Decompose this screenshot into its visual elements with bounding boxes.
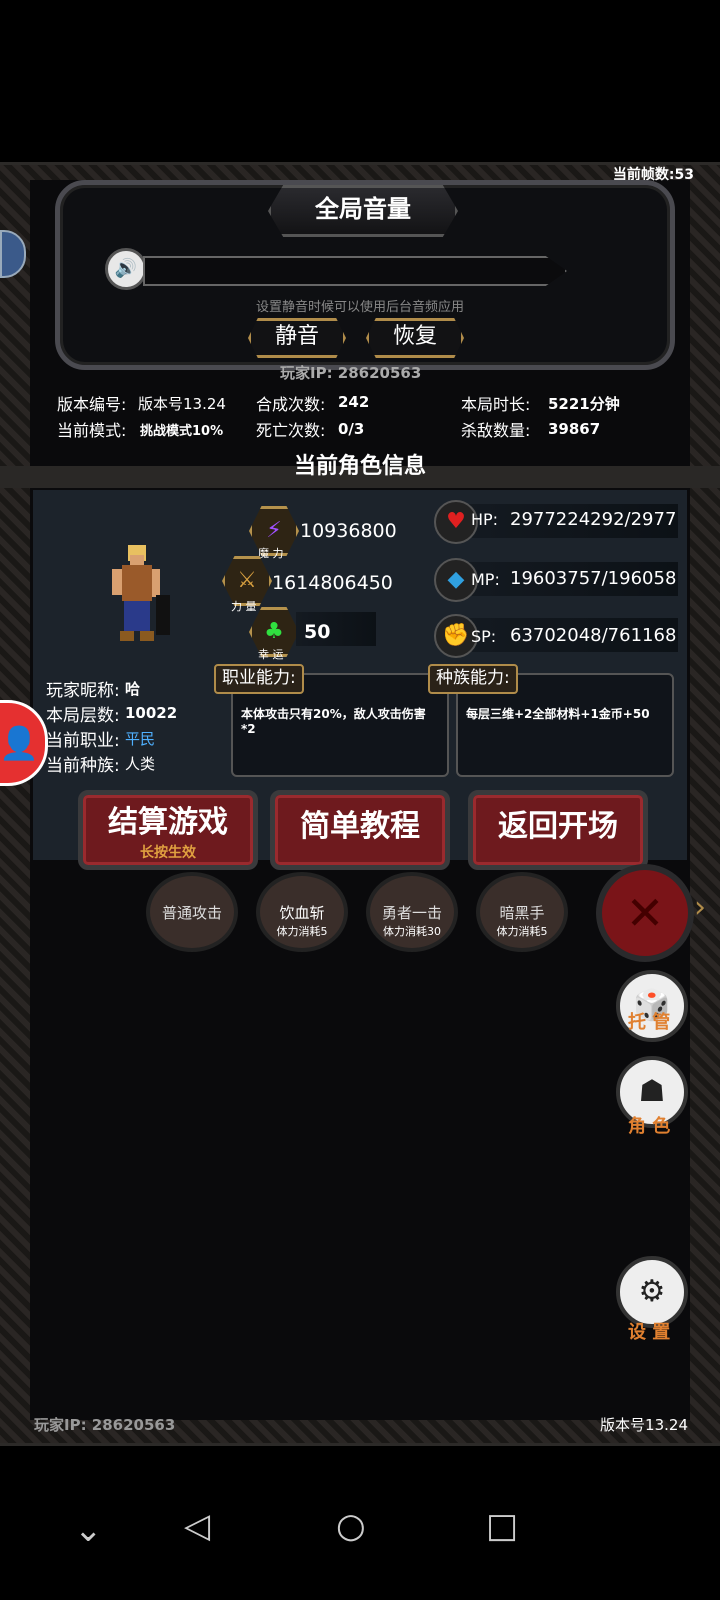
footer-player-ip: 玩家IP: 28620563 [34,1416,176,1434]
version-label: 版本编号: [57,395,127,414]
skill-cost: 体力消耗30 [383,925,441,938]
floor-label: 本局层数: [46,706,120,726]
kills-value: 39867 [548,420,601,438]
volume-title: 全局音量 [268,185,458,237]
version-value: 版本号13.24 [138,395,226,413]
skill-name: 普通攻击 [161,904,222,922]
race-ability-label: 种族能力: [428,664,518,694]
skill-hero-strike[interactable]: 勇者一击 体力消耗30 [366,872,458,952]
skill-dark-hand[interactable]: 暗黑手 体力消耗5 [476,872,568,952]
skill-normal-attack[interactable]: 普通攻击 [146,872,238,952]
mp-label: MP: [471,570,500,589]
skill-name: 勇者一击 [381,904,442,922]
skill-blood-slash[interactable]: 饮血斩 体力消耗5 [256,872,348,952]
player-ip: 玩家IP: 28620563 [280,364,422,382]
settle-game-button[interactable]: 结算游戏 长按生效 [78,790,258,870]
magic-value: 10936800 [300,520,397,542]
nickname-value: 哈 [125,680,141,698]
speaker-icon[interactable]: 🔊 [105,248,147,290]
death-value: 0/3 [338,420,365,438]
sp-value: 63702048/761168 [510,625,677,646]
job-ability-text: 本体攻击只有20%，敌人攻击伤害*2 [241,707,426,736]
mute-button[interactable]: 静音 [248,318,346,358]
back-icon[interactable]: ◁ [184,1506,210,1546]
tutorial-button[interactable]: 简单教程 [270,790,450,870]
chevron-right-icon[interactable]: › [694,890,706,925]
kills-label: 杀敌数量: [461,421,531,440]
sp-label: SP: [471,627,497,646]
death-label: 死亡次数: [256,421,326,440]
power-label: 力 量 [231,600,257,613]
character-sprite [102,545,172,645]
chevron-down-icon[interactable]: ⌄ [74,1510,103,1550]
skill-name: 饮血斩 [279,904,325,922]
footer-version: 版本号13.24 [600,1416,688,1434]
mp-value: 19603757/196058 [510,568,677,589]
recents-icon[interactable]: □ [486,1506,518,1546]
mode-label: 当前模式: [57,421,127,440]
magic-label: 魔 力 [258,547,284,560]
character-section-title: 当前角色信息 [293,454,426,479]
craft-label: 合成次数: [256,395,326,414]
settle-game-label: 结算游戏 [108,805,228,840]
time-label: 本局时长: [461,395,531,414]
nickname-label: 玩家昵称: [46,681,120,701]
floor-value: 10022 [125,704,178,722]
auto-play-label: 托 管 [628,1012,671,1033]
volume-hint: 设置静音时候可以使用后台音频应用 [255,300,464,315]
volume-slider[interactable] [143,256,567,286]
skill-cost: 体力消耗5 [496,925,548,938]
hp-value: 2977224292/2977 [510,509,677,530]
time-value: 5221分钟 [548,395,620,413]
luck-label: 幸 运 [258,648,284,661]
settings-label: 设 置 [628,1322,671,1343]
restore-button[interactable]: 恢复 [366,318,464,358]
luck-value: 50 [304,621,331,643]
home-icon[interactable]: ○ [336,1506,366,1546]
power-value: 1614806450 [272,572,393,594]
skill-cost: 体力消耗5 [276,925,328,938]
skill-name: 暗黑手 [499,904,545,922]
return-start-button[interactable]: 返回开场 [468,790,648,870]
close-icon[interactable]: ✕ [596,864,694,962]
race-label: 当前种族: [46,756,120,776]
race-ability-text: 每层三维+2全部材料+1金币+50 [466,707,650,721]
settle-game-sublabel: 长按生效 [140,845,196,861]
job-label: 当前职业: [46,731,120,751]
hp-label: HP: [471,510,499,529]
race-value: 人类 [125,755,156,773]
job-ability-label: 职业能力: [214,664,304,694]
mode-value: 挑战模式10% [140,424,224,439]
job-value: 平民 [125,730,156,748]
role-label: 角 色 [628,1116,671,1137]
craft-value: 242 [338,393,370,411]
